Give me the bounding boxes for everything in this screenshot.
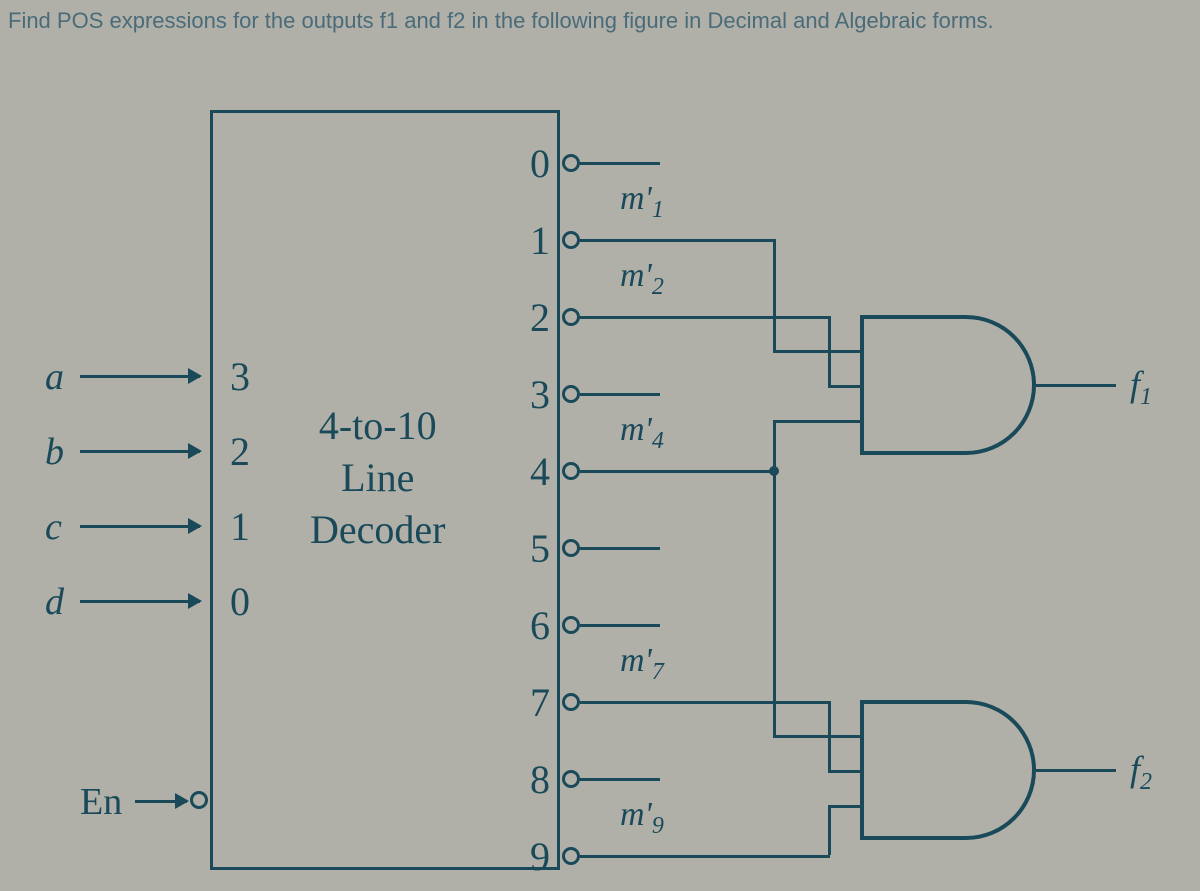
and-curve-f2 [946,700,1036,840]
wire-m1-v [773,239,776,350]
input-c-arrow [80,525,200,528]
output-0-wire [580,162,660,165]
output-9-wire [580,855,830,858]
f1-label: f1 [1130,363,1152,411]
input-b-weight: 2 [230,428,250,475]
output-7-num: 7 [520,679,550,726]
maxterm-m7: m'7 [620,642,664,686]
output-1-num: 1 [520,217,550,264]
output-2-num: 2 [520,294,550,341]
gate-f2-in2 [830,770,860,773]
output-3-num: 3 [520,371,550,418]
output-9-bubble [562,847,580,865]
input-a-arrow [80,375,200,378]
maxterm-m9: m'9 [620,796,664,840]
input-b-label: b [45,430,64,474]
decoder-line3: Decoder [310,507,445,552]
maxterm-m2: m'2 [620,257,664,301]
output-0-bubble [562,154,580,172]
wire-m4-v [773,420,776,470]
f2-label: f2 [1130,748,1152,796]
maxterm-m4: m'4 [620,411,664,455]
output-3-bubble [562,385,580,403]
gate-f1-out [1036,384,1116,387]
input-b-arrow [80,450,200,453]
input-d-arrow [80,600,200,603]
input-d-weight: 0 [230,578,250,625]
input-a-label: a [45,355,64,399]
gate-f2-in3 [830,805,860,808]
wire-m4-down [773,470,776,735]
output-5-num: 5 [520,525,550,572]
input-a-weight: 3 [230,353,250,400]
output-6-num: 6 [520,602,550,649]
output-4-wire [580,470,775,473]
question-text: Find POS expressions for the outputs f1 … [8,8,994,34]
output-5-wire [580,547,660,550]
output-6-bubble [562,616,580,634]
output-0-num: 0 [520,140,550,187]
output-3-wire [580,393,660,396]
output-4-num: 4 [520,448,550,495]
output-6-wire [580,624,660,627]
output-2-bubble [562,308,580,326]
maxterm-m1: m'1 [620,180,664,224]
output-8-wire [580,778,660,781]
gate-f2-in1 [830,735,860,738]
and-gate-f2 [860,700,1040,840]
output-9-num: 9 [520,833,550,880]
and-body-f2 [860,700,950,840]
output-1-bubble [562,231,580,249]
output-8-bubble [562,770,580,788]
input-en-label: En [80,780,122,824]
output-8-num: 8 [520,756,550,803]
output-7-wire [580,701,830,704]
decoder-line2: Line [341,455,414,500]
decoder-line1: 4-to-10 [319,403,437,448]
input-c-weight: 1 [230,503,250,550]
decoder-title: 4-to-10 Line Decoder [310,400,445,556]
en-bubble [190,791,208,809]
gate-f1-in1 [830,350,860,353]
input-d-label: d [45,580,64,624]
input-c-label: c [45,505,62,549]
and-body-f1 [860,315,950,455]
input-en-arrow [135,800,187,803]
and-gate-f1 [860,315,1040,455]
output-2-wire [580,316,830,319]
output-4-bubble [562,462,580,480]
and-curve-f1 [946,315,1036,455]
wire-m9-v [828,805,831,855]
wire-m1-h2 [773,350,830,353]
output-5-bubble [562,539,580,557]
circuit-diagram: 4-to-10 Line Decoder a 3 b 2 c 1 d 0 En … [0,100,1200,880]
gate-f1-in3 [830,420,860,423]
output-1-wire [580,239,775,242]
gate-f1-in2 [830,385,860,388]
output-7-bubble [562,693,580,711]
gate-f2-out [1036,769,1116,772]
